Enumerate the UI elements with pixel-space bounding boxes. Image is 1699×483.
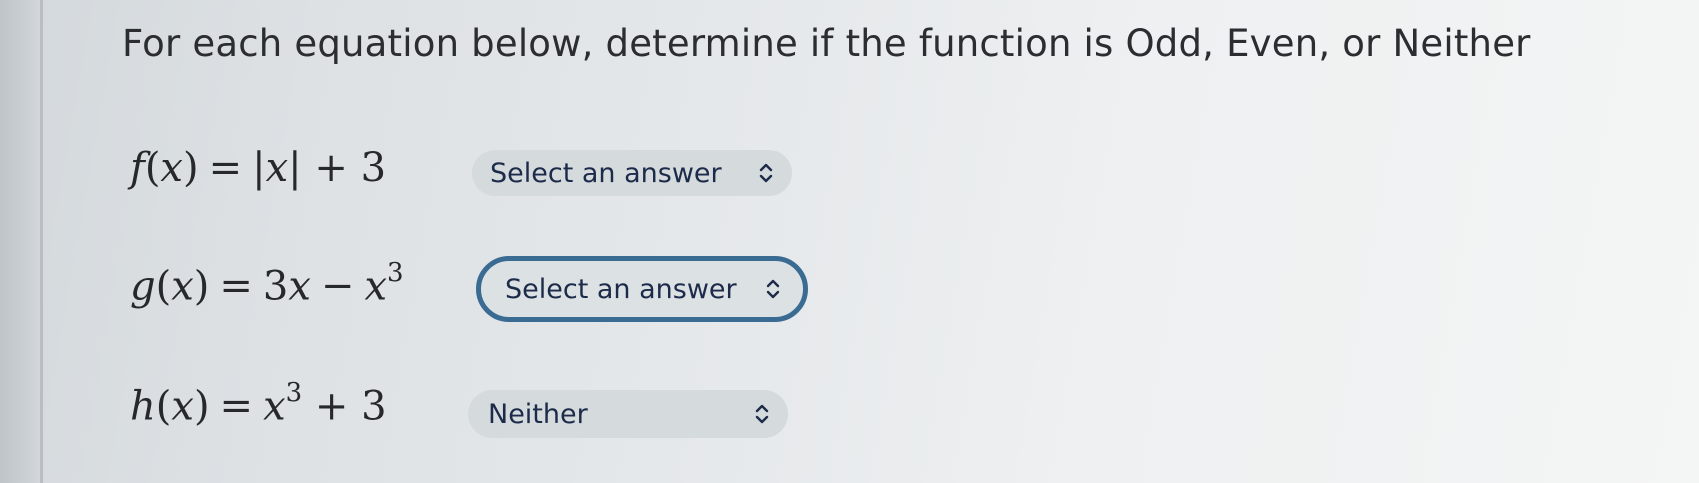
minus-operator: − <box>320 263 355 310</box>
answer-select-f[interactable]: Select an answer <box>472 150 792 196</box>
question-prompt: For each equation below, determine if th… <box>122 22 1531 65</box>
page-left-border <box>40 0 43 483</box>
abs-argument: x <box>265 145 289 191</box>
function-name: h <box>130 383 156 430</box>
answer-select-h[interactable]: Neither <box>468 390 788 438</box>
abs-bar-left: | <box>252 145 266 191</box>
select-value: Neither <box>488 398 588 430</box>
chevron-up-down-icon <box>758 162 774 184</box>
function-name: f <box>130 145 145 191</box>
equation-g: g(x) = 3x − x3 <box>130 258 404 310</box>
abs-bar-right: | <box>288 145 302 191</box>
coefficient: 3 <box>262 263 289 310</box>
select-value: Select an answer <box>505 273 737 305</box>
equation-h: h(x) = x3 + 3 <box>130 378 387 430</box>
page-left-edge <box>0 0 44 483</box>
linear-variable: x <box>288 263 311 310</box>
constant-term: + 3 <box>314 383 387 430</box>
function-variable: x <box>171 263 194 310</box>
chevron-up-down-icon <box>754 403 770 425</box>
function-variable: x <box>160 145 183 191</box>
exponent: 3 <box>285 378 303 408</box>
exponent: 3 <box>387 258 404 288</box>
chevron-up-down-icon <box>765 278 781 300</box>
equation-f: f(x) = |x| + 3 <box>130 145 387 191</box>
function-variable: x <box>171 383 194 430</box>
function-name: g <box>130 263 156 310</box>
select-value: Select an answer <box>490 157 722 189</box>
constant-term: + 3 <box>314 145 387 191</box>
cubic-variable: x <box>364 263 387 310</box>
answer-select-g[interactable]: Select an answer <box>476 256 808 322</box>
cubic-variable: x <box>263 383 286 430</box>
